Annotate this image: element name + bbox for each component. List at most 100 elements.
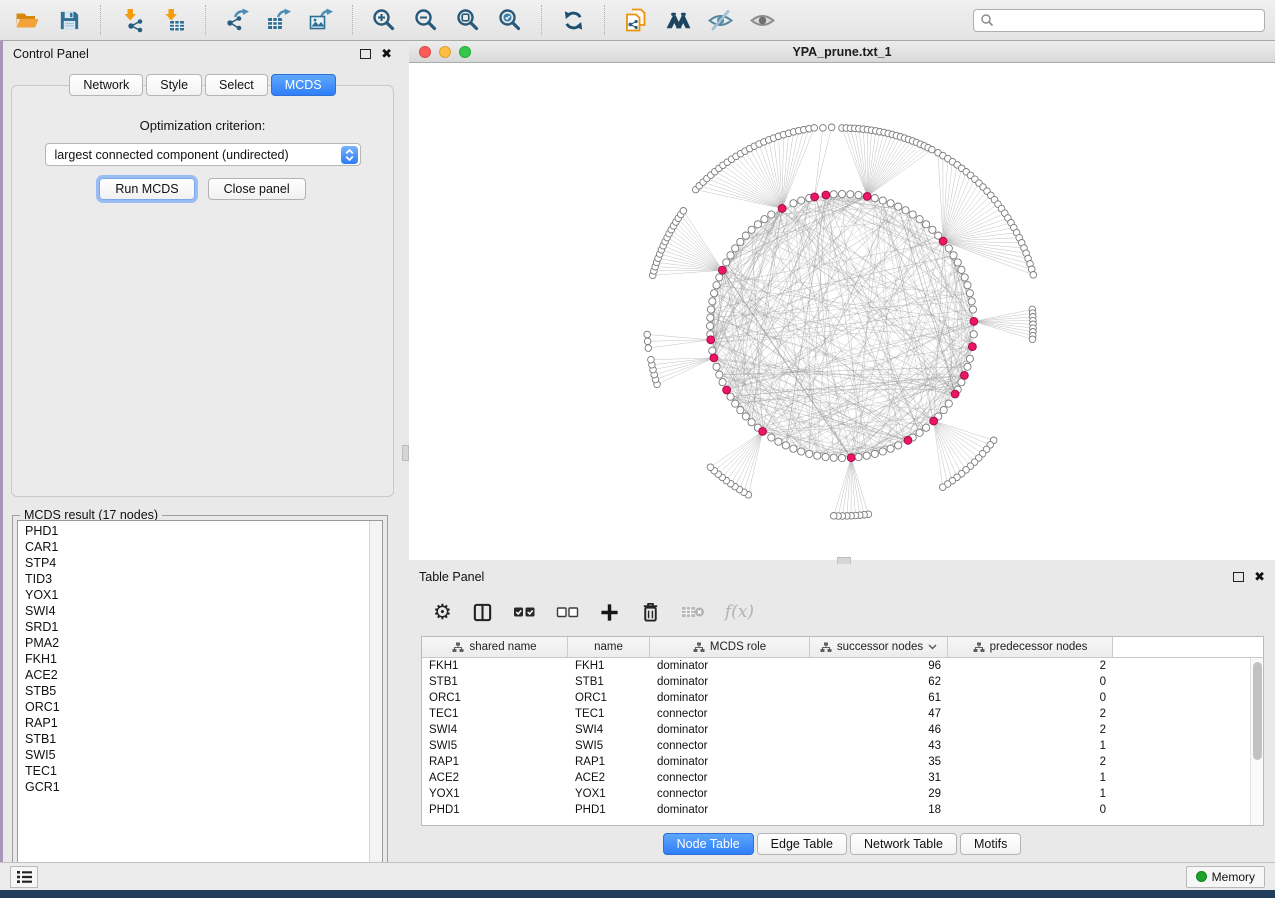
zoom-fit-icon[interactable] <box>451 4 485 36</box>
table-cell[interactable]: 1 <box>948 740 1113 752</box>
table-row[interactable]: ACE2ACE2connector311 <box>422 770 1250 786</box>
network-node[interactable] <box>830 191 837 198</box>
delete-table-icon[interactable] <box>681 603 705 621</box>
table-cell[interactable]: RAP1 <box>422 756 568 768</box>
network-node[interactable] <box>879 448 886 455</box>
network-node[interactable] <box>966 355 973 362</box>
close-window-icon[interactable] <box>419 46 431 58</box>
network-node[interactable] <box>916 429 923 436</box>
table-cell[interactable]: 62 <box>810 676 948 688</box>
network-node[interactable] <box>887 445 894 452</box>
mcds-result-item[interactable]: SRD1 <box>18 619 382 635</box>
network-node[interactable] <box>822 453 829 460</box>
table-cell[interactable]: PHD1 <box>568 804 650 816</box>
network-leaf-node[interactable] <box>644 338 651 345</box>
network-node[interactable] <box>798 197 805 204</box>
table-cell[interactable]: 1 <box>948 772 1113 784</box>
network-node[interactable] <box>768 211 775 218</box>
mcds-result-item[interactable]: PHD1 <box>18 523 382 539</box>
vertical-splitter[interactable] <box>402 41 409 862</box>
network-node[interactable] <box>969 306 976 313</box>
save-session-icon[interactable] <box>52 4 86 36</box>
network-leaf-node[interactable] <box>644 331 651 338</box>
table-cell[interactable]: 2 <box>948 708 1113 720</box>
table-cell[interactable]: 61 <box>810 692 948 704</box>
network-node[interactable] <box>940 407 947 414</box>
select-all-icon[interactable] <box>513 602 536 622</box>
network-leaf-node[interactable] <box>680 208 687 215</box>
network-leaf-node[interactable] <box>1030 272 1037 279</box>
network-node[interactable] <box>945 245 952 252</box>
network-mcds-node[interactable] <box>939 237 947 245</box>
table-cell[interactable]: ORC1 <box>422 692 568 704</box>
search-field[interactable] <box>973 9 1265 32</box>
table-cell[interactable]: connector <box>650 772 810 784</box>
table-cell[interactable]: SWI5 <box>568 740 650 752</box>
tab-edge-table[interactable]: Edge Table <box>757 833 847 855</box>
network-node[interactable] <box>775 438 782 445</box>
table-row[interactable]: TEC1TEC1connector472 <box>422 706 1250 722</box>
export-network-icon[interactable] <box>220 4 254 36</box>
mcds-result-item[interactable]: GCR1 <box>18 779 382 795</box>
table-cell[interactable]: YOX1 <box>422 788 568 800</box>
table-cell[interactable]: ORC1 <box>568 692 650 704</box>
network-node[interactable] <box>713 282 720 289</box>
float-panel-icon[interactable] <box>1233 572 1244 582</box>
table-cell[interactable]: FKH1 <box>568 660 650 672</box>
table-cell[interactable]: 0 <box>948 804 1113 816</box>
network-mcds-node[interactable] <box>930 417 938 425</box>
network-leaf-node[interactable] <box>648 356 655 363</box>
table-cell[interactable]: 1 <box>948 788 1113 800</box>
network-node[interactable] <box>806 450 813 457</box>
network-node[interactable] <box>748 226 755 233</box>
table-cell[interactable]: 2 <box>948 756 1113 768</box>
show-all-eye-icon[interactable] <box>745 4 779 36</box>
table-cell[interactable]: dominator <box>650 724 810 736</box>
table-cell[interactable]: 47 <box>810 708 948 720</box>
export-image-icon[interactable] <box>304 4 338 36</box>
tab-motifs[interactable]: Motifs <box>960 833 1021 855</box>
network-mcds-node[interactable] <box>719 266 727 274</box>
tab-mcds[interactable]: MCDS <box>271 74 336 96</box>
network-node[interactable] <box>871 450 878 457</box>
table-cell[interactable]: YOX1 <box>568 788 650 800</box>
table-cell[interactable]: SWI4 <box>568 724 650 736</box>
deselect-all-icon[interactable] <box>556 602 579 622</box>
network-node[interactable] <box>790 445 797 452</box>
network-node[interactable] <box>798 448 805 455</box>
network-node[interactable] <box>716 371 723 378</box>
table-cell[interactable]: ACE2 <box>568 772 650 784</box>
table-cell[interactable]: STB1 <box>568 676 650 688</box>
find-network-icon[interactable] <box>661 4 695 36</box>
mcds-result-item[interactable]: TEC1 <box>18 763 382 779</box>
table-cell[interactable]: connector <box>650 788 810 800</box>
network-node[interactable] <box>742 232 749 239</box>
zoom-out-icon[interactable] <box>409 4 443 36</box>
network-mcds-node[interactable] <box>723 386 731 394</box>
table-row[interactable]: SWI5SWI5connector431 <box>422 738 1250 754</box>
table-cell[interactable]: ACE2 <box>422 772 568 784</box>
table-cell[interactable]: TEC1 <box>568 708 650 720</box>
network-node[interactable] <box>790 200 797 207</box>
export-table-icon[interactable] <box>262 4 296 36</box>
mcds-result-item[interactable]: RAP1 <box>18 715 382 731</box>
network-node[interactable] <box>895 442 902 449</box>
network-leaf-node[interactable] <box>939 484 946 491</box>
table-cell[interactable]: 2 <box>948 660 1113 672</box>
network-node[interactable] <box>950 252 957 259</box>
network-leaf-node[interactable] <box>929 146 936 153</box>
table-cell[interactable]: dominator <box>650 692 810 704</box>
network-node[interactable] <box>707 314 714 321</box>
network-node[interactable] <box>737 407 744 414</box>
network-leaf-node[interactable] <box>828 124 835 131</box>
mcds-result-item[interactable]: ORC1 <box>18 699 382 715</box>
table-cell[interactable]: 96 <box>810 660 948 672</box>
mcds-result-item[interactable]: CAR1 <box>18 539 382 555</box>
table-cell[interactable]: dominator <box>650 660 810 672</box>
close-panel-icon[interactable]: ✖ <box>381 49 392 59</box>
table-row[interactable]: PHD1PHD1dominator180 <box>422 802 1250 818</box>
network-node[interactable] <box>909 211 916 218</box>
network-mcds-node[interactable] <box>822 191 830 199</box>
network-node[interactable] <box>732 400 739 407</box>
network-node[interactable] <box>964 282 971 289</box>
